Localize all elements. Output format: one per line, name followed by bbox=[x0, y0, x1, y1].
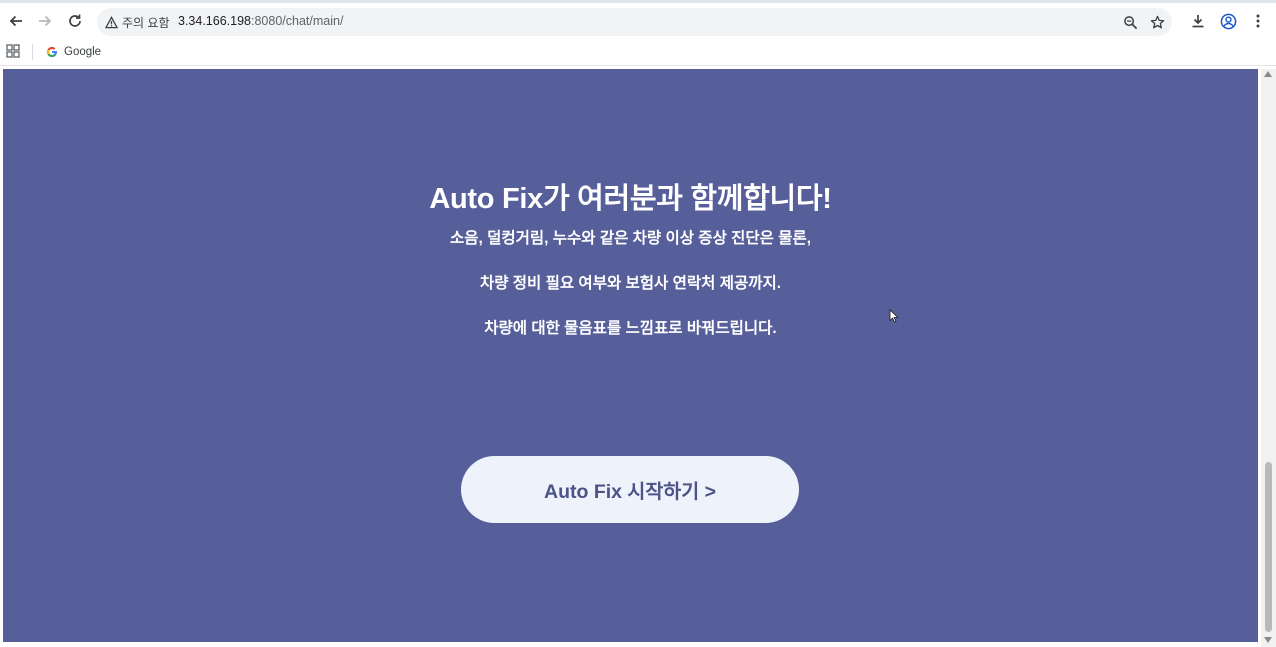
forward-button[interactable] bbox=[33, 9, 57, 33]
scrollbar-thumb[interactable] bbox=[1265, 462, 1272, 632]
browser-menu-button[interactable] bbox=[1248, 11, 1268, 31]
bookmark-star-button[interactable] bbox=[1147, 12, 1167, 32]
arrow-right-icon bbox=[39, 15, 52, 27]
apps-grid-icon[interactable] bbox=[6, 44, 20, 58]
bookmarks-separator bbox=[32, 44, 33, 60]
google-g-icon bbox=[46, 46, 58, 58]
start-auto-fix-button[interactable]: Auto Fix 시작하기 > bbox=[461, 456, 799, 523]
url-host: 3.34.166.198 bbox=[178, 14, 251, 28]
browser-window: 주의 요함 3.34.166.198:8080/chat/main/ Googl… bbox=[0, 0, 1276, 647]
reload-button[interactable] bbox=[63, 9, 87, 33]
profile-icon bbox=[1220, 13, 1236, 29]
address-bar[interactable]: 주의 요함 3.34.166.198:8080/chat/main/ bbox=[97, 8, 1172, 36]
url-text[interactable]: 3.34.166.198:8080/chat/main/ bbox=[178, 14, 343, 28]
security-label: 주의 요함 bbox=[122, 15, 170, 30]
hero-description-line-3: 차량에 대한 물음표를 느낌표로 바꿔드립니다. bbox=[484, 320, 777, 337]
arrow-left-icon bbox=[9, 15, 22, 27]
profile-button[interactable] bbox=[1218, 11, 1238, 31]
back-button[interactable] bbox=[4, 9, 28, 33]
browser-toolbar: 주의 요함 3.34.166.198:8080/chat/main/ bbox=[0, 3, 1276, 39]
scroll-up-arrow-icon[interactable] bbox=[1264, 71, 1272, 77]
zoom-icon bbox=[1123, 15, 1137, 29]
zoom-button[interactable] bbox=[1120, 12, 1140, 32]
download-icon bbox=[1192, 15, 1204, 28]
scroll-down-arrow-icon[interactable] bbox=[1264, 637, 1272, 643]
hero-description-line-1: 소음, 덜컹거림, 누수와 같은 차량 이상 증상 진단은 물론, bbox=[449, 230, 812, 247]
star-icon bbox=[1150, 15, 1164, 28]
kebab-menu-icon bbox=[1256, 14, 1260, 28]
security-indicator[interactable]: 주의 요함 bbox=[103, 12, 176, 32]
bookmark-google[interactable]: Google bbox=[46, 42, 101, 62]
page-content: Auto Fix가 여러분과 함께합니다! 소음, 덜컹거림, 누수와 같은 차… bbox=[3, 69, 1258, 642]
bookmark-label: Google bbox=[64, 46, 102, 58]
hero-description-line-2: 차량 정비 필요 여부와 보험사 연락처 제공까지. bbox=[479, 275, 782, 292]
mouse-cursor-icon bbox=[889, 309, 899, 323]
warning-icon bbox=[105, 15, 118, 28]
downloads-button[interactable] bbox=[1188, 11, 1208, 31]
hero-title: Auto Fix가 여러분과 함께합니다! bbox=[429, 183, 832, 215]
url-path: :8080/chat/main/ bbox=[251, 14, 344, 28]
bookmarks-bar: Google bbox=[0, 39, 1276, 66]
reload-icon bbox=[69, 14, 81, 27]
page-scrollbar[interactable] bbox=[1261, 69, 1276, 647]
